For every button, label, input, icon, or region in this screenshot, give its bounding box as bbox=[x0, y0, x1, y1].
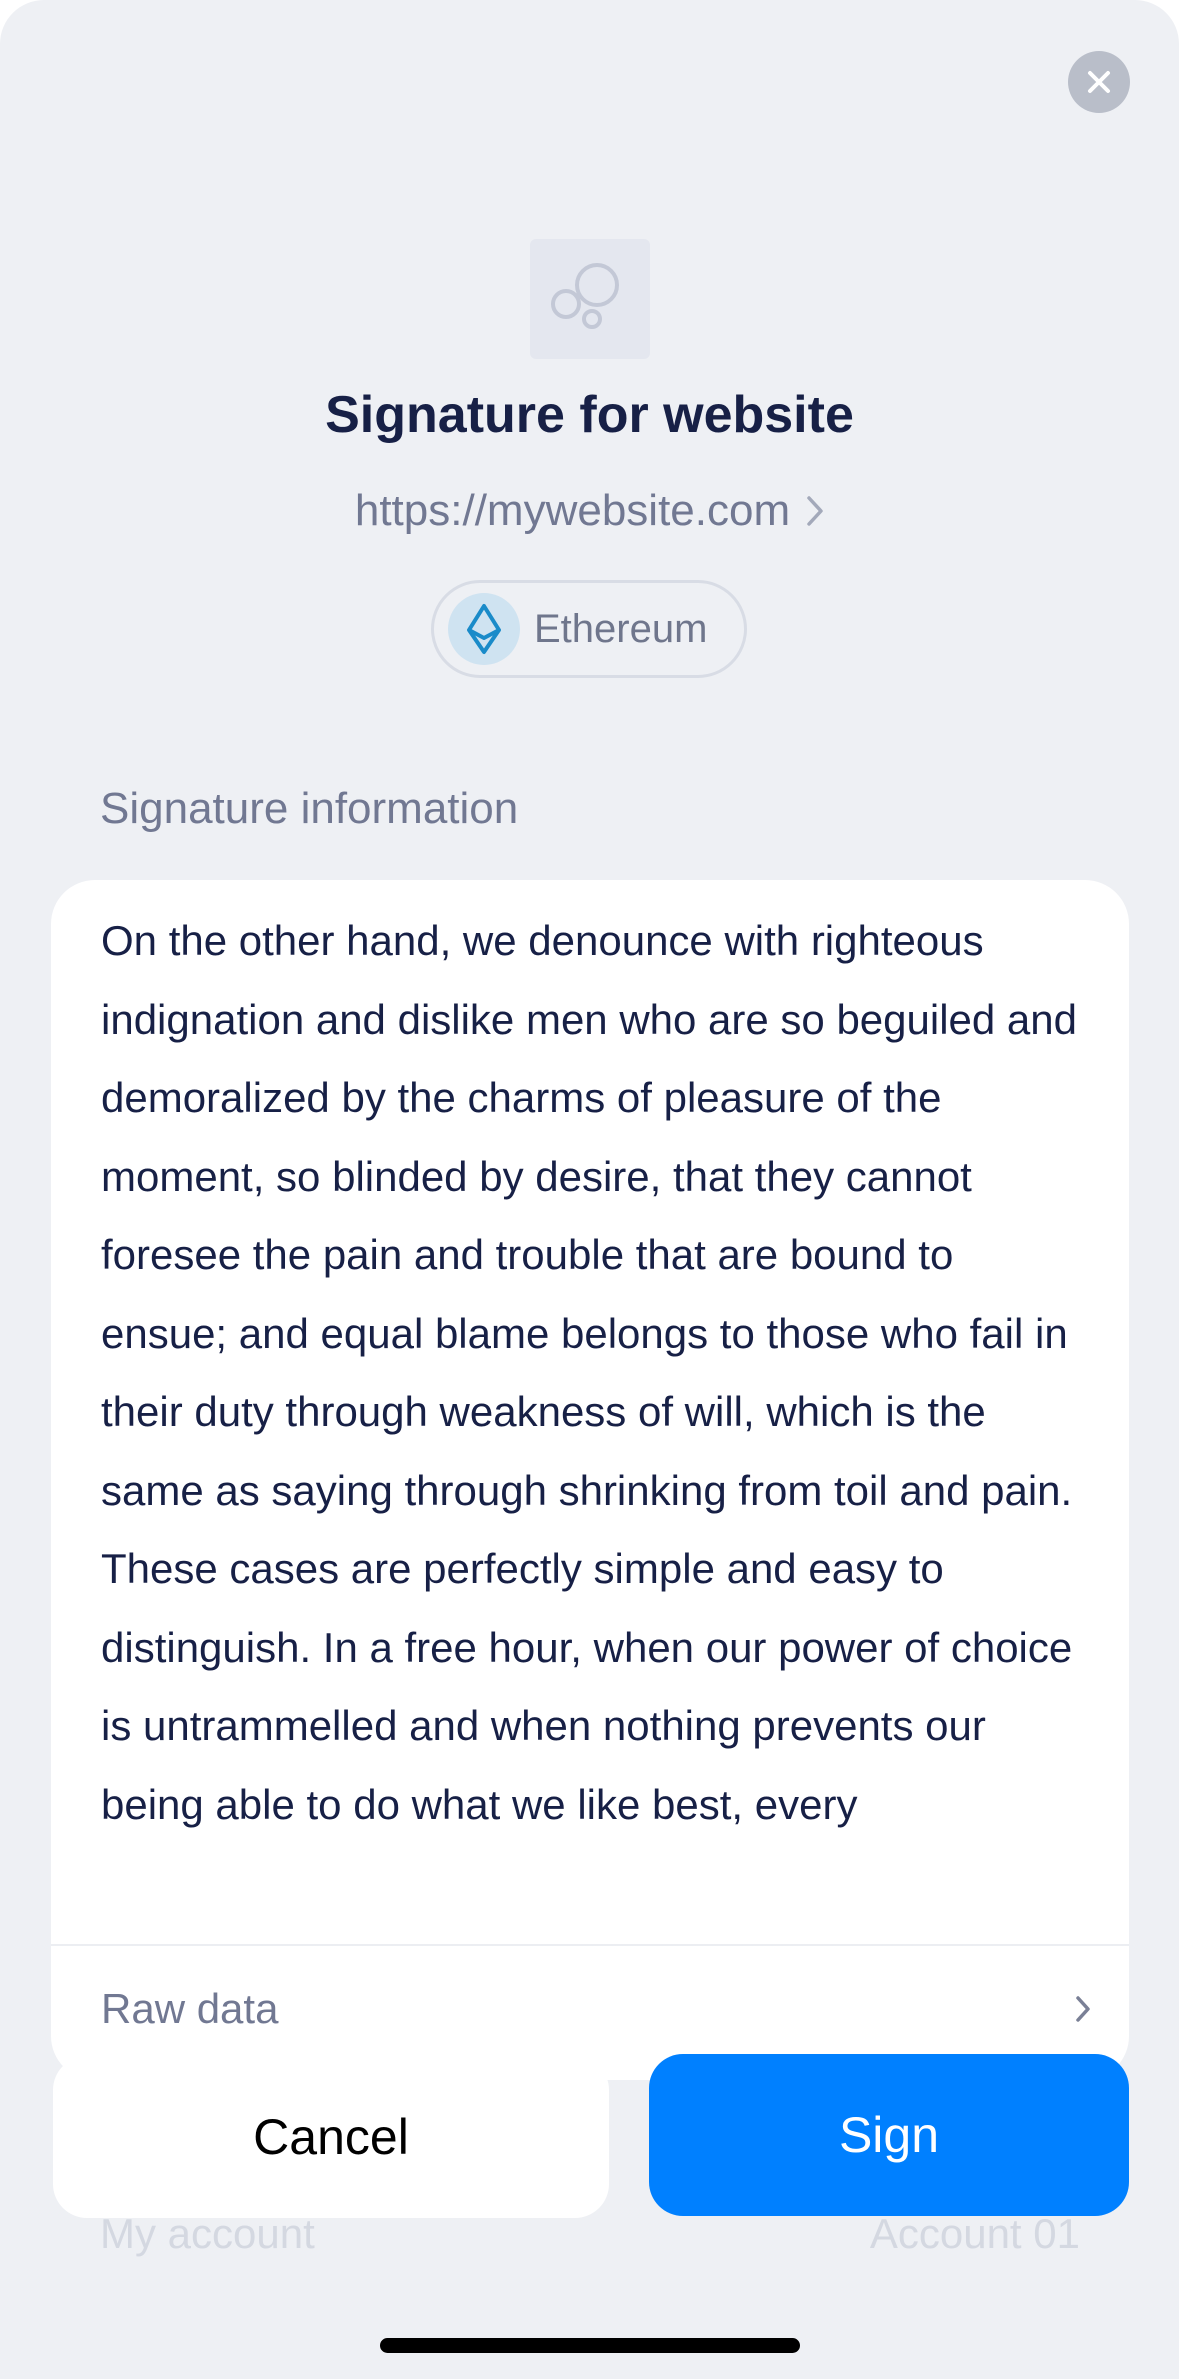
section-label: Signature information bbox=[100, 784, 519, 833]
account-value: Account 01 bbox=[869, 2210, 1080, 2257]
bubbles-icon bbox=[551, 263, 619, 329]
signature-sheet: Signature for website https://mywebsite.… bbox=[0, 0, 1179, 2379]
signature-message[interactable]: On the other hand, we denounce with righ… bbox=[101, 902, 1091, 1952]
divider bbox=[51, 1944, 1129, 1946]
close-icon bbox=[1088, 71, 1110, 93]
home-indicator bbox=[380, 2338, 800, 2353]
site-logo bbox=[530, 239, 650, 359]
chevron-right-icon bbox=[807, 496, 823, 526]
cancel-button[interactable]: Cancel bbox=[53, 2056, 609, 2218]
ethereum-icon bbox=[448, 593, 520, 665]
close-button[interactable] bbox=[1068, 51, 1130, 113]
page-title: Signature for website bbox=[325, 386, 854, 444]
account-label: My account bbox=[100, 2210, 315, 2257]
signature-card: On the other hand, we denounce with righ… bbox=[51, 880, 1129, 2080]
website-url: https://mywebsite.com bbox=[354, 486, 791, 535]
chevron-right-icon bbox=[1076, 1996, 1090, 2022]
network-badge: Ethereum bbox=[431, 580, 747, 678]
account-row: My account Account 01 bbox=[100, 2210, 1080, 2270]
raw-data-row[interactable]: Raw data bbox=[101, 1974, 1091, 2044]
raw-data-label: Raw data bbox=[101, 1985, 279, 2032]
website-link[interactable]: https://mywebsite.com bbox=[0, 483, 1179, 539]
sign-button[interactable]: Sign bbox=[649, 2054, 1129, 2216]
network-name: Ethereum bbox=[534, 606, 708, 651]
